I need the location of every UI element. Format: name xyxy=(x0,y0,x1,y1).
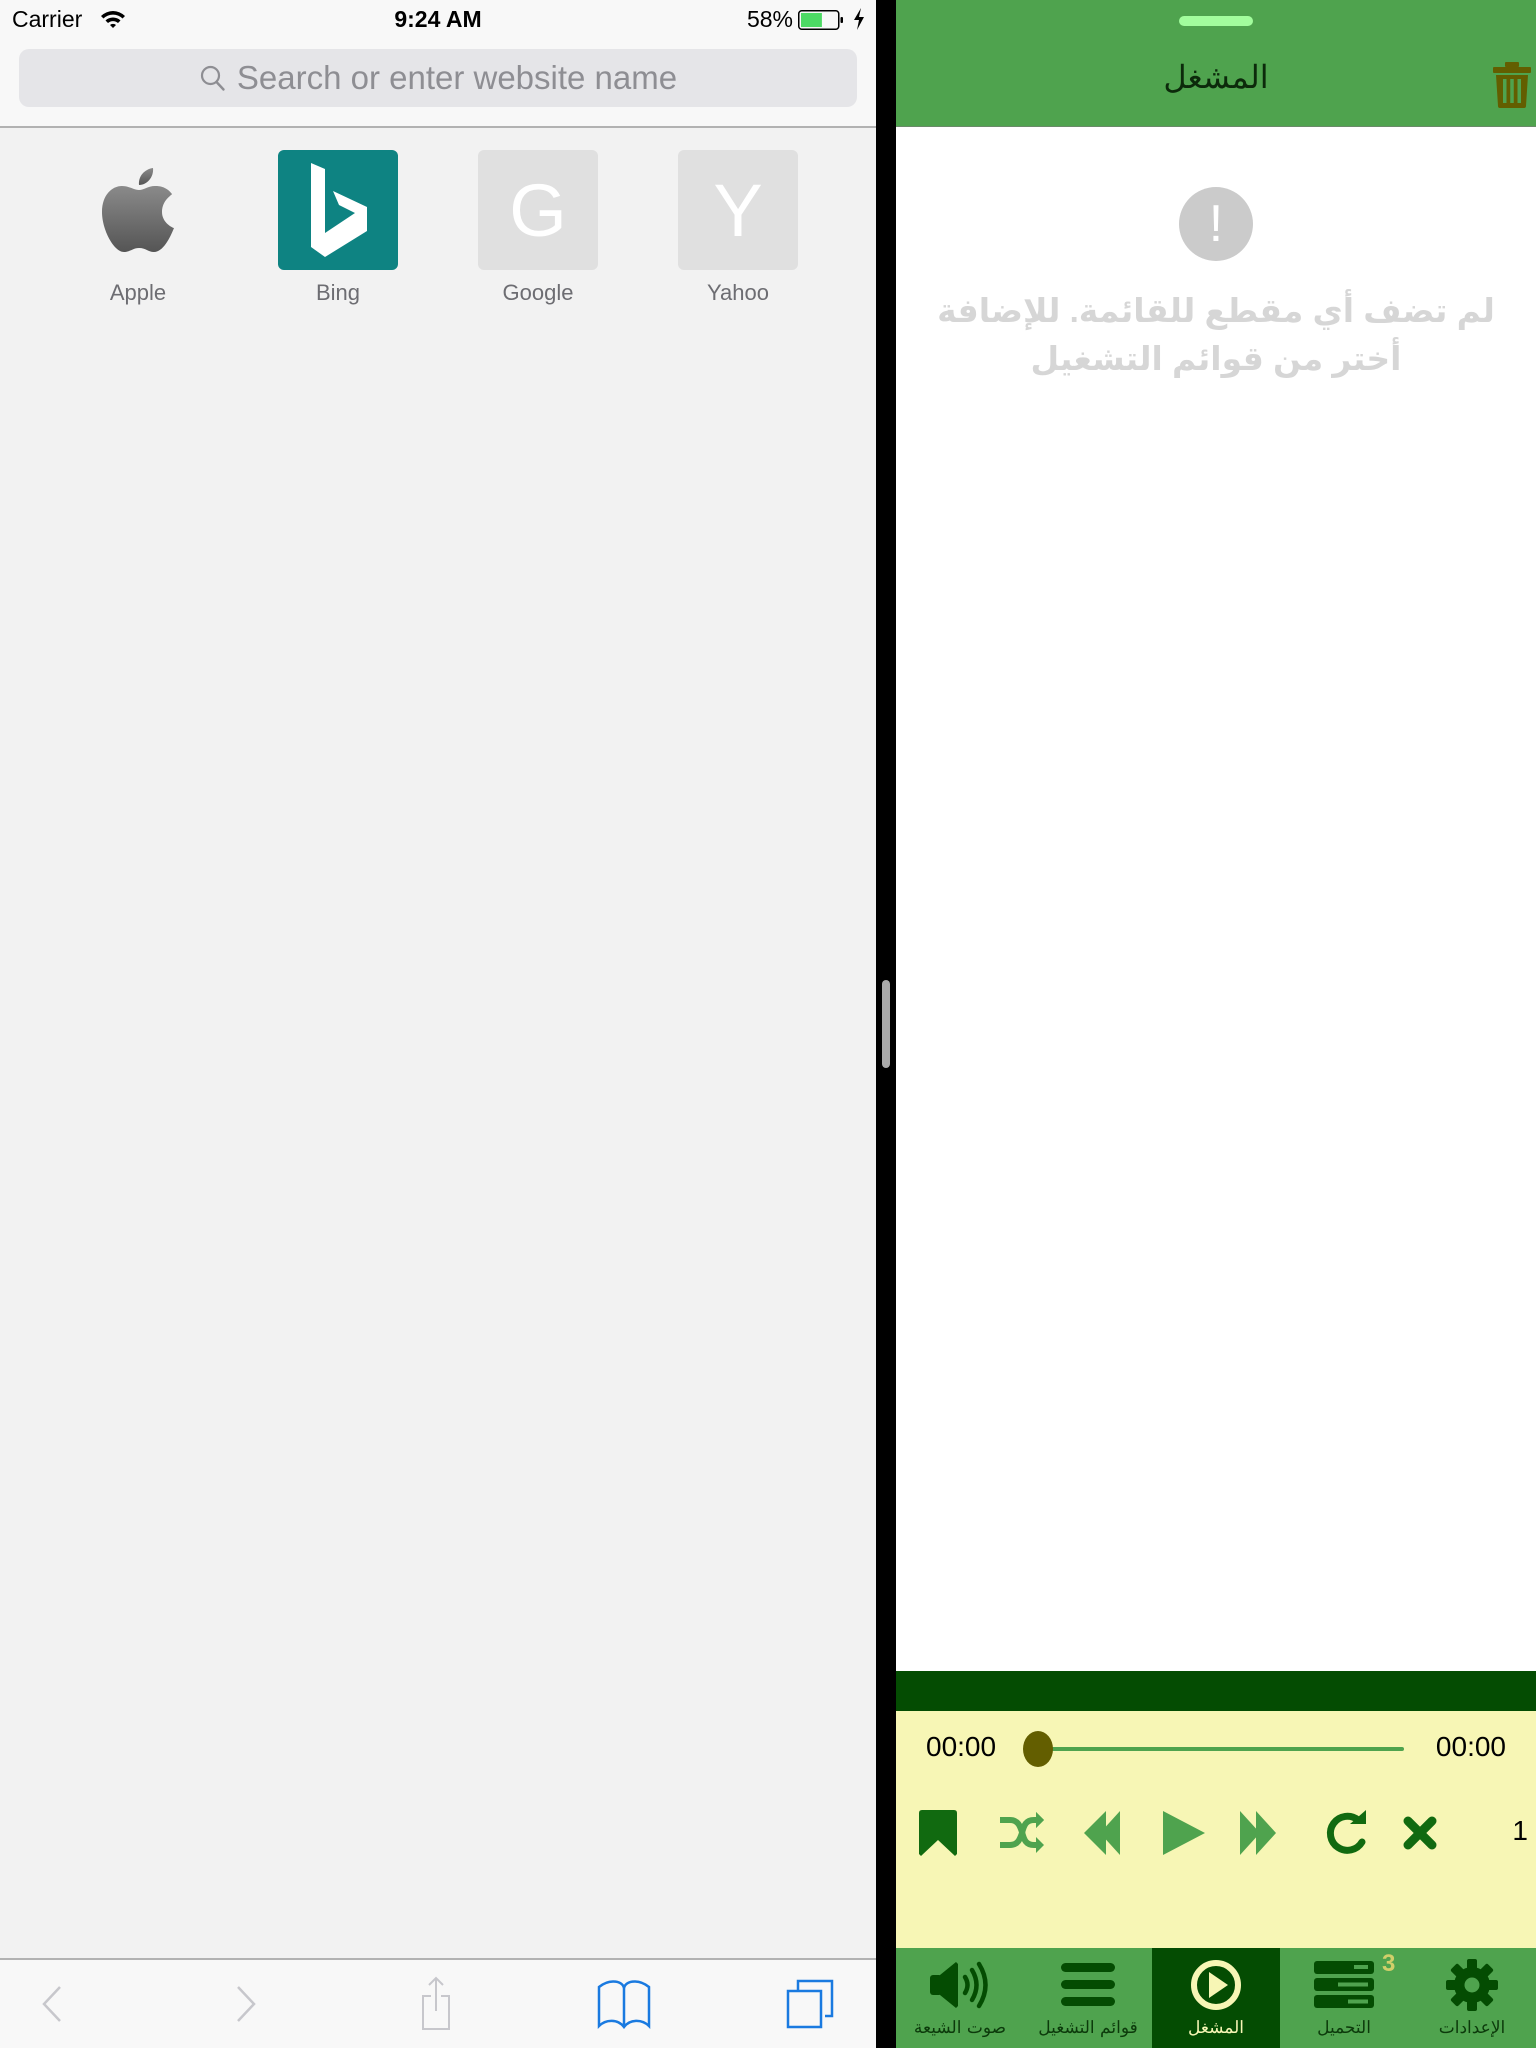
tab-label: قوائم التشغيل xyxy=(1038,2018,1138,2038)
rewind-icon xyxy=(1084,1811,1120,1855)
status-bar: Carrier 9:24 AM 58% xyxy=(0,0,876,40)
tab-label: المشغل xyxy=(1188,2018,1244,2038)
tab-label: الإعدادات xyxy=(1438,2018,1506,2038)
list-icon xyxy=(1024,1958,1152,2012)
progress-thumb[interactable] xyxy=(1023,1731,1053,1767)
rewind-button[interactable] xyxy=(1082,1805,1134,1861)
tab-bar: صوت الشيعة قوائم التشغيل المشغل 3 التحمي… xyxy=(896,1948,1536,2048)
shuffle-icon xyxy=(1000,1812,1044,1853)
tab-label: التحميل xyxy=(1317,2018,1371,2038)
carrier-label: Carrier xyxy=(12,6,83,32)
book-icon xyxy=(597,1980,651,2029)
google-letter-tile: G xyxy=(478,150,598,270)
tab-settings[interactable]: الإعدادات xyxy=(1408,1948,1536,2048)
tab-shia-voice[interactable]: صوت الشيعة xyxy=(896,1948,1024,2048)
wifi-icon xyxy=(101,11,125,28)
favorites-grid: Apple Bing G Google Y Yahoo xyxy=(0,150,876,310)
empty-queue-state: ! لم تضف أي مقطع للقائمة. للإضافة أختر م… xyxy=(896,187,1536,383)
yahoo-letter: Y xyxy=(713,168,763,252)
tab-playlists[interactable]: قوائم التشغيل xyxy=(1024,1948,1152,2048)
close-player-button[interactable] xyxy=(1396,1805,1444,1861)
bookmark-button[interactable] xyxy=(918,1805,958,1861)
safari-header: Carrier 9:24 AM 58% Search or enter webs… xyxy=(0,0,876,128)
search-placeholder: Search or enter website name xyxy=(236,59,678,96)
downloads-badge: 3 xyxy=(1382,1950,1396,1977)
slide-over-grabber[interactable] xyxy=(1179,16,1253,26)
playback-speed[interactable]: 1 xyxy=(1512,1815,1528,1847)
progress-track xyxy=(1040,1747,1404,1751)
favorite-apple[interactable]: Apple xyxy=(78,150,198,306)
player-controls-panel: 00:00 00:00 1 xyxy=(896,1711,1536,1948)
repeat-icon xyxy=(1326,1810,1366,1854)
chevron-left-icon xyxy=(42,1986,61,2022)
tabs-button[interactable] xyxy=(770,1960,850,2048)
share-button[interactable] xyxy=(396,1960,476,2048)
empty-queue-message: لم تضف أي مقطع للقائمة. للإضافة أختر من … xyxy=(937,292,1495,377)
play-circle-icon xyxy=(1152,1958,1280,2012)
player-app-pane: المشغل ! لم تضف أي مقطع للقائمة. للإضافة… xyxy=(896,0,1536,2048)
playback-controls xyxy=(896,1805,1536,1861)
app-header: المشغل xyxy=(896,0,1536,127)
favorite-label: Bing xyxy=(315,280,361,305)
progress-slider[interactable] xyxy=(1023,1731,1404,1767)
yahoo-letter-tile: Y xyxy=(678,150,798,270)
back-button[interactable] xyxy=(12,1960,92,2048)
speaker-icon xyxy=(896,1958,1024,2012)
total-time: 00:00 xyxy=(1435,1731,1506,1762)
play-button[interactable] xyxy=(1154,1805,1214,1861)
apple-logo-icon xyxy=(78,150,198,270)
favorite-label: Google xyxy=(502,280,574,305)
battery-percent: 58% xyxy=(746,6,793,32)
safari-toolbar xyxy=(0,1958,876,2048)
google-letter: G xyxy=(509,168,567,252)
safari-pane: Carrier 9:24 AM 58% Search or enter webs… xyxy=(0,0,876,2048)
repeat-button[interactable] xyxy=(1316,1805,1378,1861)
favorite-label: Apple xyxy=(109,280,167,305)
play-icon xyxy=(1163,1811,1205,1855)
now-playing-bar xyxy=(896,1671,1536,1711)
gear-icon xyxy=(1408,1958,1536,2012)
split-view-handle[interactable] xyxy=(882,980,890,1068)
share-icon xyxy=(422,1976,450,2030)
tab-label: صوت الشيعة xyxy=(913,2018,1007,2038)
charging-bolt-icon xyxy=(854,8,864,30)
split-view-divider[interactable] xyxy=(876,0,896,2048)
alert-icon: ! xyxy=(1179,187,1253,261)
search-icon xyxy=(200,65,225,91)
clear-queue-button[interactable] xyxy=(1492,62,1532,108)
tab-downloads[interactable]: 3 التحميل xyxy=(1280,1948,1408,2048)
bing-logo-icon xyxy=(278,150,398,270)
trash-icon xyxy=(1493,62,1531,108)
clock: 9:24 AM xyxy=(394,6,482,32)
current-time: 00:00 xyxy=(926,1731,997,1762)
shuffle-button[interactable] xyxy=(998,1805,1054,1861)
tabs-icon xyxy=(786,1979,834,2029)
chevron-right-icon xyxy=(237,1986,256,2022)
favorite-yahoo[interactable]: Y Yahoo xyxy=(678,150,798,306)
page-title: المشغل xyxy=(1163,58,1269,96)
fast-forward-button[interactable] xyxy=(1236,1805,1292,1861)
favorite-bing[interactable]: Bing xyxy=(278,150,398,306)
forward-button[interactable] xyxy=(206,1960,286,2048)
favorite-google[interactable]: G Google xyxy=(478,150,598,306)
close-icon xyxy=(1403,1816,1437,1850)
bookmark-icon xyxy=(919,1810,957,1856)
battery-icon xyxy=(798,10,843,30)
tab-player[interactable]: المشغل xyxy=(1152,1948,1280,2048)
fast-forward-icon xyxy=(1240,1811,1276,1855)
bookmarks-button[interactable] xyxy=(584,1960,664,2048)
favorite-label: Yahoo xyxy=(707,280,769,305)
address-search-field[interactable]: Search or enter website name xyxy=(19,49,857,107)
